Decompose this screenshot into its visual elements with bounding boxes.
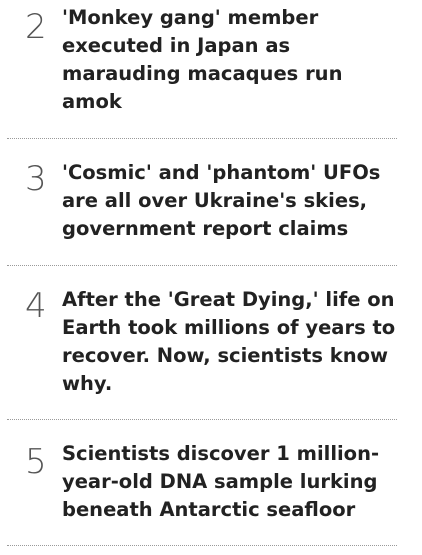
rank-number: 3 xyxy=(25,159,47,199)
article-title-line: are all over Ukraine's skies, xyxy=(62,189,368,212)
article-title-line: amok xyxy=(62,90,122,113)
article-title-line: 'Cosmic' and 'phantom' UFOs xyxy=(62,161,381,184)
rank-number: 2 xyxy=(25,7,47,47)
rank-number: 4 xyxy=(25,286,47,326)
article-title-line: government report claims xyxy=(62,217,349,240)
article-title-line: executed in Japan as xyxy=(62,34,291,57)
list-item: 4 After the 'Great Dying,' life on Earth… xyxy=(7,266,397,420)
article-title-line: beneath Antarctic seafloor xyxy=(62,498,356,521)
article-title-line: 'Monkey gang' member xyxy=(62,6,319,29)
article-title-line: Earth took millions of years to xyxy=(62,316,396,339)
article-title-line: recover. Now, scientists know xyxy=(62,344,388,367)
rank-number: 5 xyxy=(25,442,47,482)
trending-articles-list: 2 'Monkey gang' member executed in Japan… xyxy=(7,0,397,546)
article-title-line: Scientists discover 1 million- xyxy=(62,442,380,465)
article-title-link[interactable]: 'Monkey gang' member executed in Japan a… xyxy=(62,4,392,116)
article-title-link[interactable]: After the 'Great Dying,' life on Earth t… xyxy=(62,286,396,398)
article-title-line: why. xyxy=(62,372,113,395)
article-title-link[interactable]: 'Cosmic' and 'phantom' UFOs are all over… xyxy=(62,159,392,243)
article-title-line: year-old DNA sample lurking xyxy=(62,470,378,493)
article-title-line: After the 'Great Dying,' life on xyxy=(62,288,395,311)
article-title-line: marauding macaques run xyxy=(62,62,343,85)
article-title-link[interactable]: Scientists discover 1 million- year-old … xyxy=(62,440,392,524)
list-item: 3 'Cosmic' and 'phantom' UFOs are all ov… xyxy=(7,139,397,266)
list-item: 2 'Monkey gang' member executed in Japan… xyxy=(7,0,397,139)
list-item: 5 Scientists discover 1 million- year-ol… xyxy=(7,420,397,546)
